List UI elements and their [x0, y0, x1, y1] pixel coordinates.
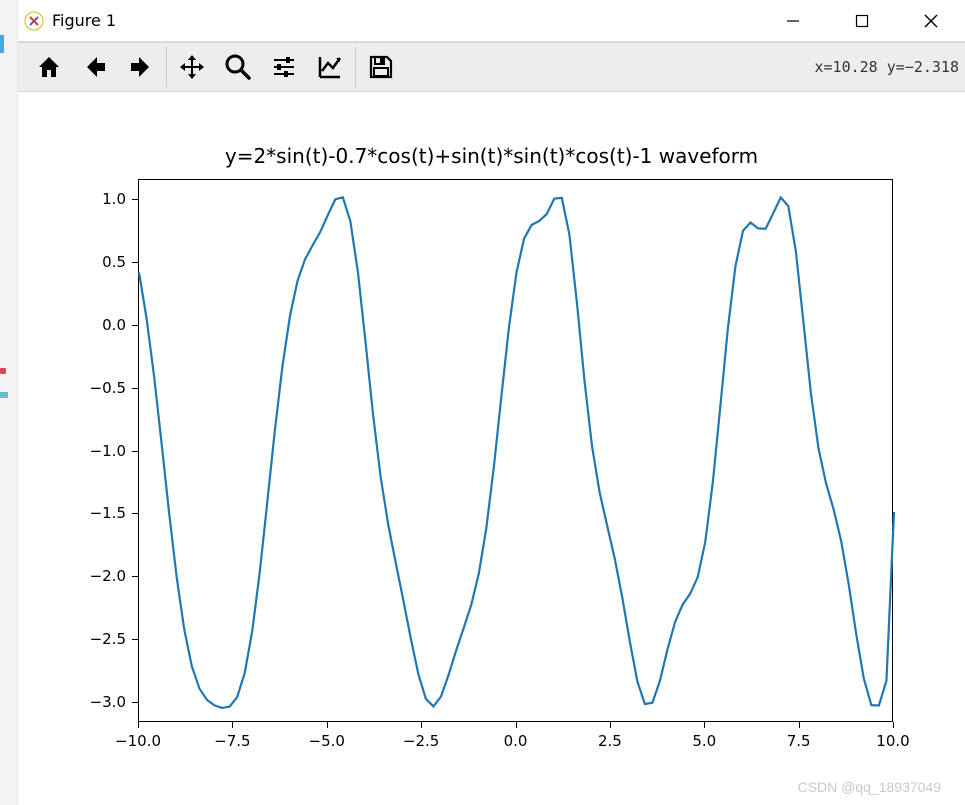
edit-axes-button[interactable] [307, 44, 353, 90]
arrow-right-icon [127, 53, 155, 81]
ytick-label: −0.5 [90, 379, 126, 397]
xtick-label: −7.5 [214, 732, 250, 750]
zoom-button[interactable] [215, 44, 261, 90]
xtick-label: −10.0 [115, 732, 161, 750]
xtick-label: 5.0 [692, 732, 716, 750]
axes [138, 179, 893, 722]
titlebar[interactable]: Figure 1 [18, 0, 965, 42]
ytick-label: −2.5 [90, 630, 126, 648]
gutter-marker [0, 392, 8, 398]
chart-title: y=2*sin(t)-0.7*cos(t)+sin(t)*sin(t)*cos(… [18, 144, 965, 168]
pan-button[interactable] [169, 44, 215, 90]
arrow-left-icon [81, 53, 109, 81]
pan-icon [178, 53, 206, 81]
gutter-accent [0, 35, 4, 53]
minimize-button[interactable] [758, 0, 827, 41]
xtick-label: 0.0 [504, 732, 528, 750]
xtick-label: −5.0 [309, 732, 345, 750]
toolbar-separator [355, 47, 356, 87]
maximize-button[interactable] [827, 0, 896, 41]
forward-button[interactable] [118, 44, 164, 90]
configure-button[interactable] [261, 44, 307, 90]
close-button[interactable] [896, 0, 965, 41]
window-title: Figure 1 [52, 11, 116, 30]
save-button[interactable] [358, 44, 404, 90]
ytick-label: −1.0 [90, 442, 126, 460]
figure-canvas[interactable]: y=2*sin(t)-0.7*cos(t)+sin(t)*sin(t)*cos(… [18, 92, 965, 805]
gutter-marker [0, 368, 6, 374]
ytick-label: 1.0 [102, 190, 126, 208]
ytick-label: −2.0 [90, 567, 126, 585]
save-icon [367, 53, 395, 81]
ytick-label: −3.0 [90, 693, 126, 711]
watermark: CSDN @qq_18937049 [798, 779, 941, 795]
app-icon [24, 11, 44, 31]
toolbar-separator [166, 47, 167, 87]
ytick-label: 0.0 [102, 316, 126, 334]
home-button[interactable] [26, 44, 72, 90]
back-button[interactable] [72, 44, 118, 90]
chart-line-icon [316, 53, 344, 81]
ytick-label: 0.5 [102, 253, 126, 271]
line-plot [139, 180, 892, 721]
xtick-label: 7.5 [787, 732, 811, 750]
home-icon [35, 53, 63, 81]
xtick-label: 10.0 [876, 732, 909, 750]
ytick-label: −1.5 [90, 504, 126, 522]
sliders-icon [270, 53, 298, 81]
cursor-readout: x=10.28 y=−2.318 [815, 58, 960, 76]
xtick-label: −2.5 [403, 732, 439, 750]
toolbar: x=10.28 y=−2.318 [18, 42, 965, 92]
editor-gutter [0, 0, 18, 805]
xtick-label: 2.5 [598, 732, 622, 750]
zoom-icon [224, 53, 252, 81]
